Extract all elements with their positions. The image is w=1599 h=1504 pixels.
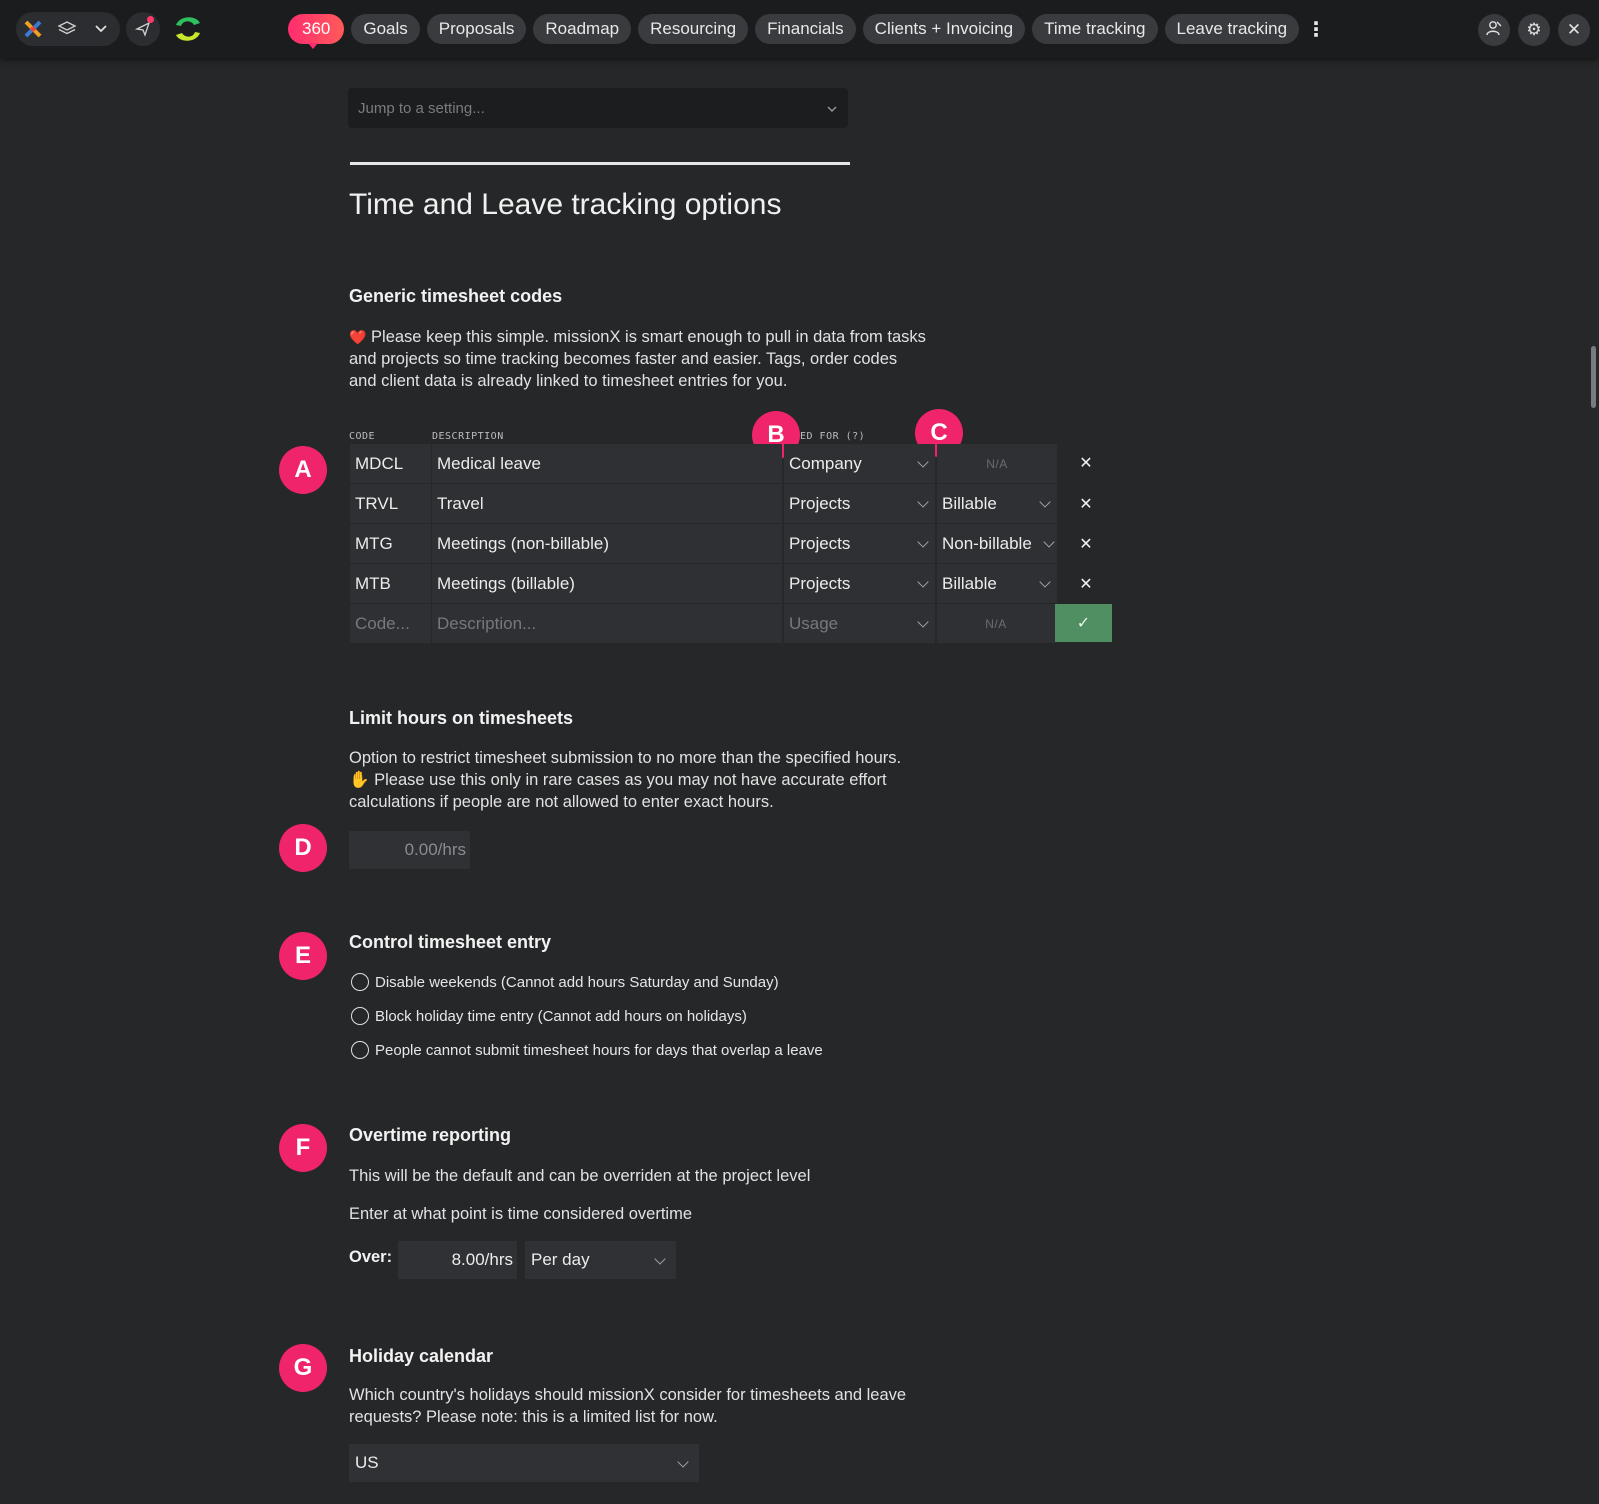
chevron-down-icon — [1043, 536, 1055, 548]
usage-select[interactable]: Company — [784, 444, 935, 483]
add-code-button[interactable]: ✓ — [1055, 604, 1112, 642]
description-cell[interactable]: Travel — [432, 484, 782, 523]
top-bar: 360 Goals Proposals Roadmap Resourcing F… — [0, 0, 1599, 58]
delete-row-icon[interactable]: ✕ — [1076, 494, 1096, 514]
option-leave-overlap[interactable]: People cannot submit timesheet hours for… — [351, 1041, 823, 1059]
limit-hours-heading: Limit hours on timesheets — [349, 708, 574, 728]
jump-to-setting-placeholder: Jump to a setting... — [358, 99, 485, 117]
billing-select[interactable]: Non-billable — [937, 524, 1057, 563]
close-button[interactable]: ✕ — [1558, 14, 1590, 46]
main-nav: 360 Goals Proposals Roadmap Resourcing F… — [288, 14, 1326, 49]
radio-button[interactable] — [351, 1007, 369, 1025]
app-switcher — [16, 12, 120, 46]
over-label: Over: — [349, 1248, 393, 1266]
overtime-description-2: Enter at what point is time considered o… — [349, 1205, 692, 1223]
column-header-description: DESCRIPTION — [432, 431, 504, 442]
chevron-down-icon — [1039, 496, 1051, 508]
limit-hours-input[interactable]: 0.00/hrs — [349, 831, 470, 869]
nav-proposals[interactable]: Proposals — [426, 14, 527, 44]
chevron-down-icon — [917, 536, 929, 548]
marker-a: A — [279, 446, 327, 494]
nav-roadmap[interactable]: Roadmap — [533, 14, 632, 44]
nav-resourcing[interactable]: Resourcing — [638, 14, 749, 44]
chevron-down-icon — [826, 100, 838, 117]
option-disable-weekends[interactable]: Disable weekends (Cannot add hours Satur… — [351, 973, 779, 991]
overtime-description-1: This will be the default and can be over… — [349, 1167, 811, 1185]
scrollbar[interactable] — [1591, 346, 1596, 408]
new-billing-cell: N/A — [937, 604, 1055, 643]
control-entry-heading: Control timesheet entry — [349, 932, 552, 952]
generic-codes-heading: Generic timesheet codes — [349, 286, 563, 306]
description-cell[interactable]: Medical leave — [432, 444, 782, 483]
settings-button[interactable]: ⚙ — [1518, 14, 1550, 46]
marker-d: D — [279, 824, 327, 872]
overtime-heading: Overtime reporting — [349, 1125, 512, 1145]
radio-button[interactable] — [351, 1041, 369, 1059]
notification-dot — [147, 16, 154, 23]
user-switch-icon — [1485, 19, 1503, 42]
nav-360[interactable]: 360 — [288, 14, 345, 49]
jump-to-setting-select[interactable]: Jump to a setting... — [348, 88, 848, 128]
user-switch-button[interactable] — [1478, 14, 1510, 46]
code-cell[interactable]: MDCL — [350, 444, 431, 483]
new-code-input[interactable]: Code... — [350, 604, 431, 643]
chevron-down-icon — [1039, 576, 1051, 588]
layers-icon[interactable] — [50, 12, 84, 46]
usage-select[interactable]: Projects — [784, 524, 935, 563]
brand-logo-icon[interactable] — [170, 11, 206, 47]
billing-select[interactable]: Billable — [937, 564, 1057, 603]
chevron-down-icon — [917, 456, 929, 468]
nav-goals[interactable]: Goals — [351, 14, 420, 44]
nav-time-tracking[interactable]: Time tracking — [1032, 14, 1158, 44]
description-cell[interactable]: Meetings (non-billable) — [432, 524, 782, 563]
marker-e: E — [279, 932, 327, 980]
nav-financials[interactable]: Financials — [755, 14, 856, 44]
chevron-down-icon[interactable] — [84, 12, 118, 46]
delete-row-icon[interactable]: ✕ — [1076, 574, 1096, 594]
page-title: Time and Leave tracking options — [349, 188, 782, 221]
marker-g: G — [279, 1344, 327, 1392]
marker-f: F — [279, 1124, 327, 1172]
description-cell[interactable]: Meetings (billable) — [432, 564, 782, 603]
billing-cell: N/A — [937, 444, 1057, 483]
code-cell[interactable]: TRVL — [350, 484, 431, 523]
more-vertical-icon[interactable]: ⋮ — [1306, 17, 1326, 42]
heart-icon: ❤️ — [349, 329, 367, 345]
send-button[interactable] — [126, 12, 160, 46]
overtime-period-select[interactable]: Per day — [525, 1241, 676, 1279]
code-cell[interactable]: MTG — [350, 524, 431, 563]
limit-hours-description: Option to restrict timesheet submission … — [349, 749, 902, 811]
usage-select[interactable]: Projects — [784, 484, 935, 523]
billing-select[interactable]: Billable — [937, 484, 1057, 523]
holiday-description: Which country's holidays should missionX… — [349, 1386, 907, 1426]
column-header-used-for: ED FOR (?) — [800, 431, 866, 442]
chevron-down-icon — [917, 496, 929, 508]
chevron-down-icon — [677, 1456, 689, 1468]
usage-select[interactable]: Projects — [784, 564, 935, 603]
title-divider — [350, 162, 850, 165]
gear-icon: ⚙ — [1526, 20, 1542, 39]
delete-row-icon[interactable]: ✕ — [1076, 453, 1096, 473]
generic-codes-description: ❤️ Please keep this simple. missionX is … — [349, 328, 926, 390]
radio-button[interactable] — [351, 973, 369, 991]
new-description-input[interactable]: Description... — [432, 604, 782, 643]
send-icon — [126, 12, 160, 46]
new-usage-select[interactable]: Usage — [784, 604, 935, 643]
option-block-holiday[interactable]: Block holiday time entry (Cannot add hou… — [351, 1007, 747, 1025]
holiday-heading: Holiday calendar — [349, 1346, 494, 1366]
close-icon: ✕ — [1566, 20, 1582, 39]
chevron-down-icon — [654, 1253, 666, 1265]
chevron-down-icon — [917, 576, 929, 588]
code-cell[interactable]: MTB — [350, 564, 431, 603]
app-logo-icon[interactable] — [16, 12, 50, 46]
chevron-down-icon — [917, 616, 929, 628]
delete-row-icon[interactable]: ✕ — [1076, 534, 1096, 554]
holiday-country-select[interactable]: US — [349, 1444, 699, 1482]
nav-leave-tracking[interactable]: Leave tracking — [1164, 14, 1300, 44]
nav-clients-invoicing[interactable]: Clients + Invoicing — [862, 14, 1026, 44]
check-icon: ✓ — [1076, 615, 1091, 632]
raised-hand-icon: ✋ — [349, 771, 370, 789]
column-header-code: CODE — [349, 431, 376, 442]
overtime-hours-input[interactable]: 8.00/hrs — [398, 1241, 517, 1279]
